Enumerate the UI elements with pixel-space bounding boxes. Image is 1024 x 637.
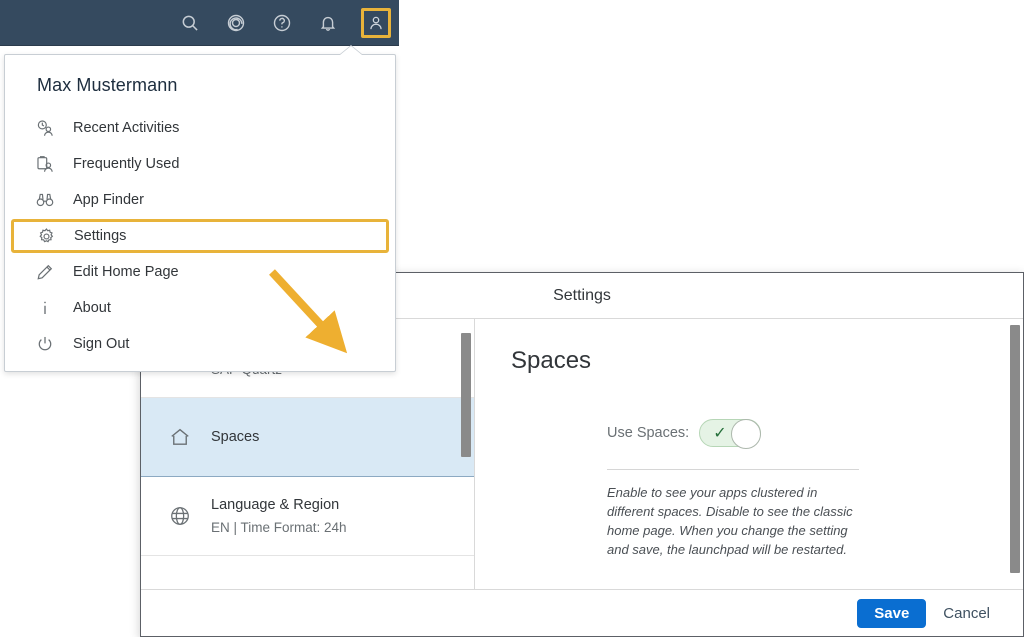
settings-nav-item-title: Language & Region — [211, 497, 347, 513]
use-spaces-toggle[interactable]: ✓ — [699, 419, 761, 447]
pencil-icon — [33, 261, 57, 283]
info-icon — [33, 297, 57, 319]
user-menu-popover: Max Mustermann Recent Activities — [4, 54, 396, 372]
recent-activities-icon — [33, 117, 57, 139]
cancel-button[interactable]: Cancel — [930, 599, 1003, 628]
use-spaces-helper-text: Enable to see your apps clustered in dif… — [607, 484, 855, 559]
settings-nav-item-language-region[interactable]: Language & Region EN | Time Format: 24h — [141, 477, 474, 556]
menu-item-about[interactable]: About — [5, 290, 395, 326]
menu-item-settings[interactable]: Settings — [11, 219, 389, 253]
settings-nav-item-spaces[interactable]: Spaces — [141, 398, 474, 477]
use-spaces-helper: Enable to see your apps clustered in dif… — [511, 469, 1023, 559]
settings-nav-item-texts: Language & Region EN | Time Format: 24h — [211, 497, 347, 535]
power-icon — [33, 333, 57, 355]
settings-content-scrollbar[interactable] — [1010, 325, 1020, 573]
home-icon — [163, 420, 197, 454]
frequently-used-icon — [33, 153, 57, 175]
save-button[interactable]: Save — [857, 599, 926, 628]
binoculars-icon — [33, 189, 57, 211]
search-icon[interactable] — [177, 10, 203, 36]
menu-item-recent-activities[interactable]: Recent Activities — [5, 110, 395, 146]
user-menu-list: Recent Activities Frequently Used — [5, 110, 395, 362]
settings-nav-item-subtitle: EN | Time Format: 24h — [211, 520, 347, 535]
toggle-knob — [731, 419, 761, 449]
notification-bell-icon[interactable] — [315, 10, 341, 36]
help-icon[interactable] — [269, 10, 295, 36]
screenshot-root: Max Mustermann Recent Activities — [0, 0, 1024, 637]
use-spaces-row: Use Spaces: ✓ — [511, 419, 1023, 447]
menu-item-label: Recent Activities — [73, 120, 179, 136]
menu-item-label: Sign Out — [73, 336, 129, 352]
settings-nav-scrollbar[interactable] — [461, 333, 471, 457]
checkmark-icon: ✓ — [713, 423, 726, 443]
helper-divider — [607, 469, 859, 470]
menu-item-label: Frequently Used — [73, 156, 179, 172]
menu-item-label: Settings — [74, 228, 126, 244]
menu-item-app-finder[interactable]: App Finder — [5, 182, 395, 218]
menu-item-label: App Finder — [73, 192, 144, 208]
menu-item-frequently-used[interactable]: Frequently Used — [5, 146, 395, 182]
settings-nav-item-title: Spaces — [211, 429, 259, 445]
globe-icon — [163, 499, 197, 533]
spiral-target-icon[interactable] — [223, 10, 249, 36]
shell-bar — [0, 0, 399, 46]
shell-bar-actions — [177, 0, 391, 46]
use-spaces-label: Use Spaces: — [607, 425, 689, 441]
settings-dialog-footer: Save Cancel — [141, 589, 1023, 636]
user-avatar-icon[interactable] — [361, 8, 391, 38]
settings-content-panel: Spaces Use Spaces: ✓ Enable to see your … — [475, 319, 1023, 589]
menu-item-sign-out[interactable]: Sign Out — [5, 326, 395, 362]
settings-dialog-title: Settings — [553, 287, 611, 305]
gear-icon — [34, 225, 58, 247]
settings-nav-item-texts: Spaces — [211, 429, 259, 445]
settings-content-title: Spaces — [511, 347, 1023, 375]
menu-item-label: About — [73, 300, 111, 316]
menu-item-edit-home-page[interactable]: Edit Home Page — [5, 254, 395, 290]
menu-item-label: Edit Home Page — [73, 264, 179, 280]
user-menu-title: Max Mustermann — [5, 55, 395, 110]
user-menu-caret — [340, 46, 362, 55]
